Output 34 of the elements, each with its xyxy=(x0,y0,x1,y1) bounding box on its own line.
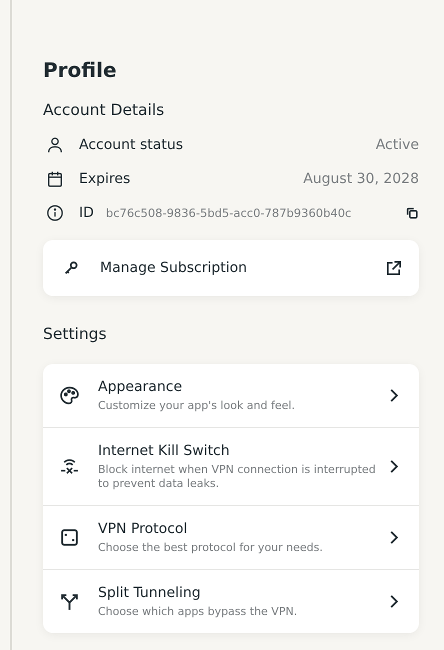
chevron-right-icon xyxy=(389,594,399,609)
setting-title: Internet Kill Switch xyxy=(98,442,231,461)
account-label: Account status xyxy=(79,137,184,153)
setting-title: Appearance xyxy=(98,378,184,397)
account-label: Expires xyxy=(79,171,132,187)
settings-item[interactable]: VPN Protocol Choose the best protocol for your needs. xyxy=(43,506,419,570)
key-icon xyxy=(62,259,80,277)
person-icon xyxy=(46,136,64,154)
chevron-right-icon xyxy=(389,530,399,545)
copy-icon[interactable] xyxy=(405,206,419,220)
dice-icon xyxy=(59,527,80,548)
account-value: Active xyxy=(376,137,419,153)
calendar-icon xyxy=(46,170,64,188)
palette-icon xyxy=(59,385,80,406)
manage-subscription-button[interactable]: Manage Subscription xyxy=(43,240,419,296)
id-label: ID xyxy=(79,205,94,221)
page-title: Profile xyxy=(43,58,118,82)
setting-description: Choose which apps bypass the VPN. xyxy=(98,605,298,619)
setting-description: Block internet when VPN connection is interrupted to prevent data leaks. xyxy=(98,463,377,491)
section-heading: Account Details xyxy=(43,100,166,120)
section-heading: Settings xyxy=(43,324,108,344)
info-icon xyxy=(46,204,64,222)
chevron-right-icon xyxy=(389,459,399,474)
chevron-right-icon xyxy=(389,388,399,403)
settings-item[interactable]: Appearance Customize your app's look and feel. xyxy=(43,364,419,428)
setting-description: Choose the best protocol for your needs. xyxy=(98,541,324,555)
settings-item[interactable]: Internet Kill Switch Block internet when VPN connection is interrupted to prevent data leaks. xyxy=(43,428,419,506)
setting-description: Customize your app's look and feel. xyxy=(98,399,296,413)
account-value: August 30, 2028 xyxy=(303,171,419,187)
setting-title: VPN Protocol xyxy=(98,520,188,539)
settings-item[interactable]: Split Tunneling Choose which apps bypass the VPN. xyxy=(43,570,419,633)
id-value: bc76c508-9836-5bd5-acc0-787b9360b40c xyxy=(106,206,352,220)
external-link-icon xyxy=(384,258,403,278)
setting-title: Split Tunneling xyxy=(98,584,202,603)
